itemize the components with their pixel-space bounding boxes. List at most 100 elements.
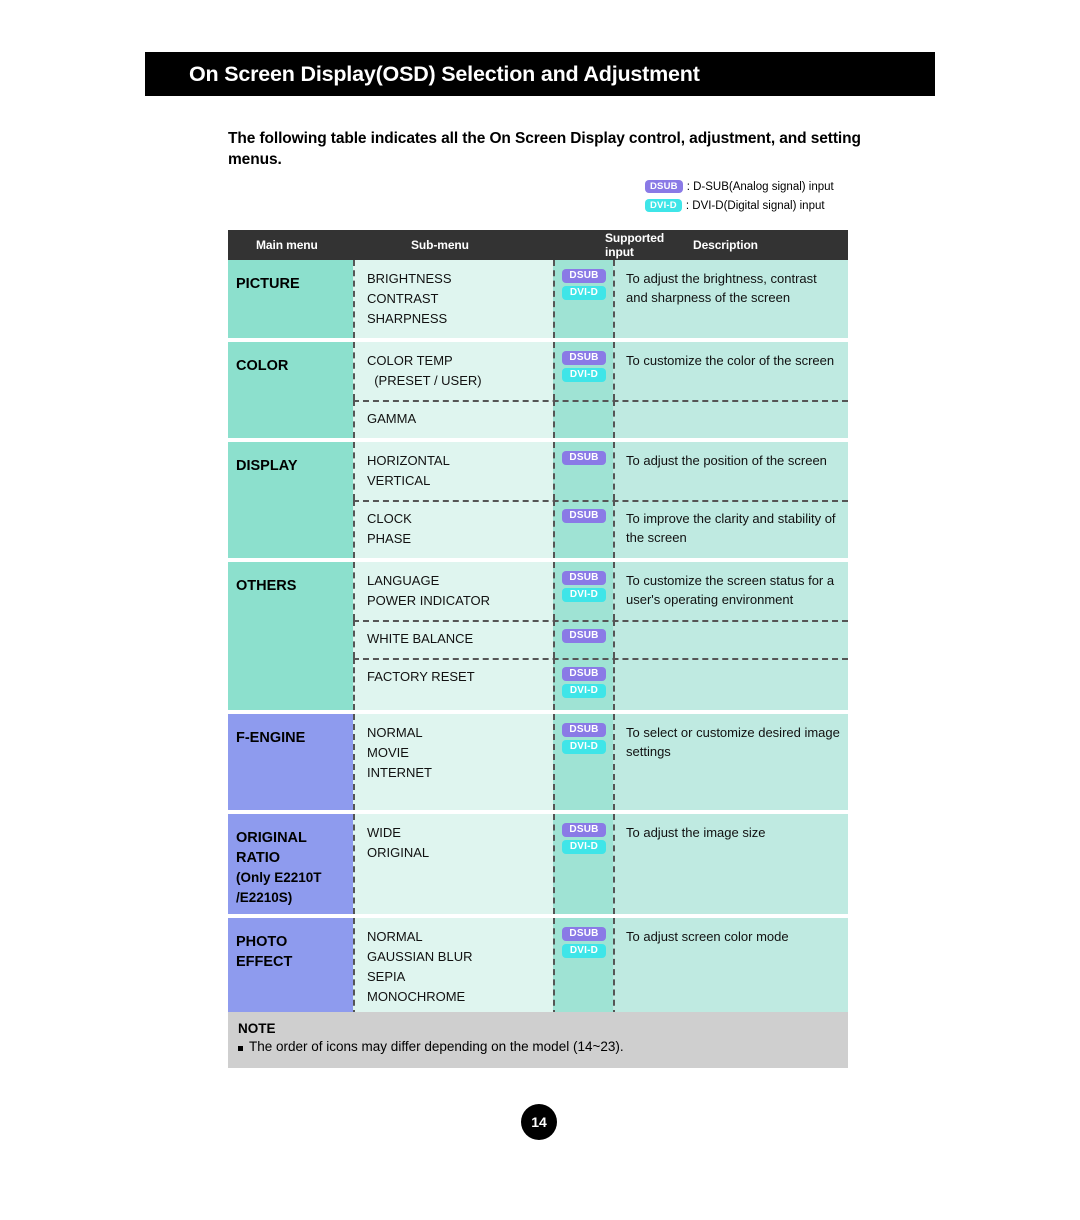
sub-menu-item: PHASE [367,531,412,546]
row-groups: BRIGHTNESS CONTRAST SHARPNESS DSUB DVI-D To a… [353,260,848,338]
page-number-badge: 14 [521,1104,557,1140]
sub-menu-cell: HORIZONTAL VERTICAL [353,442,553,500]
sub-menu-item: ORIGINAL [367,845,430,860]
dvid-badge-icon: DVI-D [645,199,682,212]
dsub-badge-icon: DSUB [562,823,606,837]
column-header-description: Description [693,238,758,252]
description-cell: To improve the clarity and stability of … [613,500,848,558]
table-row: PHOTO EFFECT NORMAL GAUSSIAN BLUR SEPIA MONOC… [228,918,848,1016]
main-menu-label: COLOR [236,358,289,374]
table-subrow: HORIZONTAL VERTICAL DSUB To adjust the posi… [353,442,848,500]
table-row: F-ENGINE NORMAL MOVIE INTERNET DSUB DVI-D To s… [228,714,848,810]
sub-menu-item: INTERNET [367,765,432,780]
description-cell: To select or customize desired image set… [613,714,848,810]
sub-menu-item: BRIGHTNESS [367,271,452,286]
sub-menu-item: VERTICAL [367,473,431,488]
sub-menu-item: MONOCHROME [367,989,466,1004]
sub-menu-item: SEPIA [367,969,406,984]
dsub-badge-icon: DSUB [562,667,606,681]
table-row: PICTURE BRIGHTNESS CONTRAST SHARPNESS DSUB DV… [228,260,848,338]
legend-label-dsub: : D-SUB(Analog signal) input [686,180,834,193]
legend-item-dvid: DVI-D : DVI-D(Digital signal) input [645,197,905,214]
column-header-supported-input: Supported input [605,231,665,259]
table-subrow: WHITE BALANCE DSUB [353,620,848,658]
table-body: PICTURE BRIGHTNESS CONTRAST SHARPNESS DSUB DV… [228,260,848,1016]
supported-input-cell: DSUB DVI-D [553,260,613,338]
dsub-badge-icon: DSUB [562,269,606,283]
sub-menu-cell: FACTORY RESET [353,658,553,710]
main-menu-label: RATIO [236,850,281,866]
note-box: NOTE The order of icons may differ depen… [228,1012,848,1068]
row-groups: HORIZONTAL VERTICAL DSUB To adjust the posi… [353,442,848,558]
dsub-badge-icon: DSUB [562,451,606,465]
description-cell [613,658,848,710]
sub-menu-item: POWER INDICATOR [367,593,491,608]
note-item-text: The order of icons may differ depending … [249,1039,624,1054]
sub-menu-item: GAUSSIAN BLUR [367,949,473,964]
legend-item-dsub: DSUB : D-SUB(Analog signal) input [645,178,905,195]
sub-menu-cell: WIDE ORIGINAL [353,814,553,914]
dsub-badge-icon: DSUB [562,723,606,737]
table-row: DISPLAY HORIZONTAL VERTICAL DSUB To adjust t… [228,442,848,558]
dsub-badge-icon: DSUB [562,629,606,643]
table-subrow: LANGUAGE POWER INDICATOR DSUB DVI-D To custo… [353,562,848,620]
sub-menu-cell: LANGUAGE POWER INDICATOR [353,562,553,620]
main-menu-cell: PICTURE [228,260,353,338]
supported-input-cell: DSUB DVI-D [553,714,613,810]
table-subrow: COLOR TEMP (PRESET / USER) DSUB DVI-D To cu… [353,342,848,400]
sub-menu-item: GAMMA [367,411,417,426]
sub-menu-cell: NORMAL GAUSSIAN BLUR SEPIA MONOCHROME [353,918,553,1016]
table-subrow: WIDE ORIGINAL DSUB DVI-D To adjust the image… [353,814,848,914]
sub-menu-item: NORMAL [367,929,423,944]
description-cell: To customize the color of the screen [613,342,848,400]
dvid-badge-icon: DVI-D [562,684,606,698]
table-subrow: GAMMA [353,400,848,438]
table-subrow: BRIGHTNESS CONTRAST SHARPNESS DSUB DVI-D To a… [353,260,848,338]
main-menu-cell: OTHERS [228,562,353,710]
main-menu-model-note: /E2210S) [236,890,293,905]
row-groups: COLOR TEMP (PRESET / USER) DSUB DVI-D To cu… [353,342,848,438]
sub-menu-item: CLOCK [367,511,412,526]
sub-menu-cell: CLOCK PHASE [353,500,553,558]
column-header-main-menu: Main menu [256,238,318,252]
description-cell: To adjust the brightness, contrast and s… [613,260,848,338]
dsub-badge-icon: DSUB [562,509,606,523]
supported-input-cell: DSUB [553,500,613,558]
bullet-icon [238,1046,243,1051]
supported-input-cell: DSUB DVI-D [553,342,613,400]
supported-input-cell: DSUB DVI-D [553,658,613,710]
description-cell: To adjust the image size [613,814,848,914]
sub-menu-cell: GAMMA [353,400,553,438]
sub-menu-item: CONTRAST [367,291,439,306]
osd-menu-table: Main menu Sub-menu Supported input Descr… [228,230,848,1028]
main-menu-cell: DISPLAY [228,442,353,558]
column-header-sub-menu: Sub-menu [411,238,469,252]
description-cell [613,400,848,438]
page-title: On Screen Display(OSD) Selection and Adj… [189,61,700,86]
description-cell: To adjust screen color mode [613,918,848,1016]
sub-menu-cell: WHITE BALANCE [353,620,553,658]
dsub-badge-icon: DSUB [645,180,683,193]
note-item: The order of icons may differ depending … [238,1037,848,1056]
dsub-badge-icon: DSUB [562,351,606,365]
main-menu-label: EFFECT [236,954,293,970]
signal-legend: DSUB : D-SUB(Analog signal) input DVI-D … [645,178,905,216]
main-menu-label: F-ENGINE [236,730,306,746]
table-header-row: Main menu Sub-menu Supported input Descr… [228,230,848,260]
dsub-badge-icon: DSUB [562,571,606,585]
note-title: NOTE [238,1021,276,1036]
row-groups: WIDE ORIGINAL DSUB DVI-D To adjust the image… [353,814,848,914]
main-menu-cell: F-ENGINE [228,714,353,810]
row-groups: NORMAL GAUSSIAN BLUR SEPIA MONOCHROME DSUB DV… [353,918,848,1016]
sub-menu-item: FACTORY RESET [367,669,475,684]
sub-menu-cell: COLOR TEMP (PRESET / USER) [353,342,553,400]
main-menu-label: PICTURE [236,276,300,292]
dvid-badge-icon: DVI-D [562,740,606,754]
supported-input-cell [553,400,613,438]
legend-label-dvid: : DVI-D(Digital signal) input [685,199,825,212]
row-groups: LANGUAGE POWER INDICATOR DSUB DVI-D To custo… [353,562,848,710]
table-row: COLOR COLOR TEMP (PRESET / USER) DSUB DVI-D… [228,342,848,438]
sub-menu-item: NORMAL [367,725,423,740]
supported-input-cell: DSUB DVI-D [553,918,613,1016]
intro-paragraph: The following table indicates all the On… [228,130,861,168]
